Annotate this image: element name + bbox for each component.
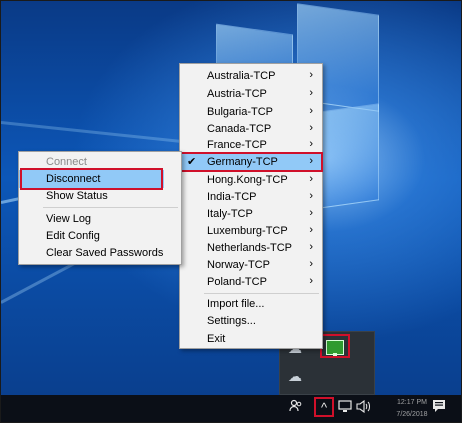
cloud-icon[interactable]: ☁ — [288, 368, 302, 385]
menu-item-label: Australia-TCP — [207, 70, 276, 82]
menu-item-label: Connect — [46, 156, 87, 168]
menu-item-exit[interactable]: Exit — [180, 330, 322, 348]
menu-item-germany-tcp[interactable]: ✔ Germany-TCP › — [180, 153, 322, 171]
menu-item-disconnect[interactable]: Disconnect — [19, 170, 164, 188]
submenu-arrow-icon: › — [309, 190, 313, 202]
menu-item-label: Netherlands-TCP — [207, 242, 292, 254]
menu-item-label: Austria-TCP — [207, 88, 267, 100]
menu-item-label: View Log — [46, 213, 92, 225]
taskbar-clock[interactable]: 12:17 PM 7/26/2018 — [393, 397, 431, 421]
menu-item-bulgaria-tcp[interactable]: Bulgaria-TCP › — [180, 103, 322, 121]
menu-item-netherlands-tcp[interactable]: Netherlands-TCP › — [180, 239, 322, 257]
menu-item-austria-tcp[interactable]: Austria-TCP › — [180, 85, 322, 103]
menu-item-label: Luxemburg-TCP — [207, 225, 288, 237]
menu-item-label: Hong.Kong-TCP — [207, 174, 288, 186]
chevron-up-icon: ^ — [320, 400, 328, 415]
menu-item-clear-saved-passwords[interactable]: Clear Saved Passwords — [19, 244, 181, 262]
menu-item-hongkong-tcp[interactable]: Hong.Kong-TCP › — [180, 171, 322, 189]
submenu-arrow-icon: › — [309, 69, 313, 81]
submenu-arrow-icon: › — [309, 224, 313, 236]
menu-item-show-status[interactable]: Show Status — [19, 187, 181, 205]
clock-time: 12:17 PM — [397, 399, 427, 406]
menu-item-india-tcp[interactable]: India-TCP › — [180, 188, 322, 206]
menu-item-label: Settings... — [207, 315, 256, 327]
desktop-screenshot: ☁ ☁ Australia-TCP› Austria-TCP› Bulgaria… — [0, 0, 462, 423]
menu-item-label: Exit — [207, 333, 226, 345]
notifications-icon[interactable] — [431, 399, 447, 419]
people-icon[interactable] — [288, 399, 304, 419]
menu-item-edit-config[interactable]: Edit Config — [19, 227, 181, 245]
openvpn-connected-icon[interactable] — [326, 340, 344, 357]
volume-icon[interactable] — [355, 399, 371, 419]
submenu-arrow-icon: › — [309, 138, 313, 150]
submenu-arrow-icon: › — [309, 241, 313, 253]
openvpn-connection-submenu: Connect Disconnect Show Status View Log … — [18, 151, 182, 265]
menu-item-label: Bulgaria-TCP — [207, 106, 274, 118]
submenu-arrow-icon: › — [309, 105, 313, 117]
menu-item-label: Edit Config — [46, 230, 100, 242]
openvpn-servers-menu: Australia-TCP › Austria-TCP › Bulgaria-TCP… — [179, 63, 323, 349]
menu-item-label: Poland-TCP — [207, 276, 267, 288]
menu-item-australia-tcp[interactable]: Australia-TCP › — [180, 67, 322, 85]
menu-item-label: Import file... — [207, 298, 265, 310]
submenu-arrow-icon: › — [309, 173, 313, 185]
show-hidden-icons-button[interactable]: ^ — [315, 398, 333, 418]
menu-item-connect: Connect — [19, 153, 181, 171]
menu-item-import-file[interactable]: Import file... — [180, 295, 322, 313]
menu-separator — [43, 207, 178, 208]
menu-separator — [204, 293, 319, 294]
menu-item-norway-tcp[interactable]: Norway-TCP › — [180, 256, 322, 274]
menu-item-label: Clear Saved Passwords — [46, 247, 164, 259]
menu-item-label: Norway-TCP — [207, 259, 270, 271]
menu-item-label: Show Status — [46, 190, 108, 202]
submenu-arrow-icon: › — [309, 155, 313, 167]
submenu-arrow-icon: › — [309, 275, 313, 287]
menu-item-settings[interactable]: Settings... — [180, 312, 322, 330]
checkmark-icon: ✔ — [187, 156, 197, 168]
menu-item-label: India-TCP — [207, 191, 257, 203]
menu-item-view-log[interactable]: View Log — [19, 210, 181, 228]
menu-item-label: Italy-TCP — [207, 208, 253, 220]
submenu-arrow-icon: › — [309, 87, 313, 99]
taskbar: ^ 12:17 PM 7/26/2018 — [1, 395, 461, 422]
submenu-arrow-icon: › — [309, 207, 313, 219]
submenu-arrow-icon: › — [309, 258, 313, 270]
clock-date: 7/26/2018 — [396, 411, 428, 418]
menu-item-luxemburg-tcp[interactable]: Luxemburg-TCP › — [180, 222, 322, 240]
menu-item-label: Germany-TCP — [207, 156, 278, 168]
network-icon[interactable] — [337, 399, 353, 419]
menu-item-label: Disconnect — [46, 173, 101, 185]
menu-item-france-tcp[interactable]: France-TCP › — [180, 136, 322, 154]
menu-item-italy-tcp[interactable]: Italy-TCP › — [180, 205, 322, 223]
menu-item-poland-tcp[interactable]: Poland-TCP › — [180, 273, 322, 291]
menu-item-label: France-TCP — [207, 139, 267, 151]
